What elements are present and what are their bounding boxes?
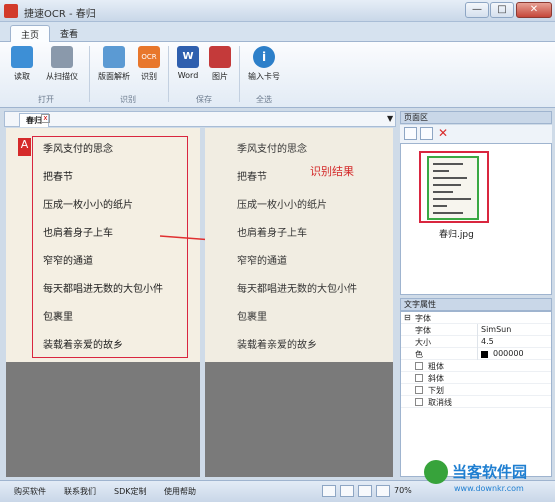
source-line: 装载着亲爱的故乡 xyxy=(43,340,123,351)
window-title: 捷速OCR - 春归 xyxy=(24,9,96,20)
strikethrough-checkbox-row[interactable]: 取消线 xyxy=(401,396,551,408)
page-panel-toolbar: ✕ xyxy=(400,125,552,143)
close-button[interactable]: ✕ xyxy=(516,2,552,18)
thumbnail-view-icon[interactable] xyxy=(404,127,417,140)
watermark: 当客软件园 www.downkr.com xyxy=(420,458,555,502)
page-thumbnail[interactable] xyxy=(419,151,489,223)
result-line[interactable]: 季风支付的思念 xyxy=(237,140,307,155)
view-icon-3[interactable] xyxy=(358,485,372,497)
ocr-icon: OCR xyxy=(138,46,160,68)
info-icon: i xyxy=(253,46,275,68)
result-text-pane[interactable]: 季风支付的思念 把春节 压成一枚小小的纸片 也肩着身子上车 窄窄的通道 每天都唱… xyxy=(205,128,393,477)
prop-color[interactable]: 色 000000 xyxy=(401,348,551,360)
page-panel-title: 页面区 xyxy=(400,111,552,124)
document-tab-bar: 春归 x ▼ xyxy=(4,111,396,127)
group-divider xyxy=(168,46,169,102)
view-icon-2[interactable] xyxy=(340,485,354,497)
collapse-icon[interactable]: ⊟ xyxy=(404,313,411,322)
underline-checkbox[interactable] xyxy=(415,386,423,394)
ribbon-tab-bar: 主页 查看 xyxy=(0,22,555,42)
source-line: 也肩着身子上车 xyxy=(43,228,113,239)
view-icon-4[interactable] xyxy=(376,485,390,497)
source-image-pane[interactable]: 季风支付的思念 把春节 压成一枚小小的纸片 也肩着身子上车 窄窄的通道 每天都唱… xyxy=(6,128,200,477)
layout-analysis-button[interactable]: 版面解析 xyxy=(93,46,135,82)
source-line: 每天都唱进无数的大包小件 xyxy=(43,284,163,295)
color-swatch xyxy=(481,351,488,358)
result-line[interactable]: 每天都唱进无数的大包小件 xyxy=(237,280,357,295)
bold-checkbox-row[interactable]: 粗体 xyxy=(401,360,551,372)
watermark-logo-icon xyxy=(424,460,448,484)
thumbnail-filename: 春归.jpg xyxy=(439,230,474,240)
group-label-recognize: 识别 xyxy=(120,95,136,104)
italic-checkbox[interactable] xyxy=(415,374,423,382)
result-line[interactable]: 压成一枚小小的纸片 xyxy=(237,196,327,211)
text-properties-title: 文字属性 xyxy=(400,298,552,311)
enter-serial-button[interactable]: i 输入卡号 xyxy=(244,46,284,82)
result-line[interactable]: 包裹里 xyxy=(237,308,267,323)
layout-analysis-icon xyxy=(103,46,125,68)
watermark-url: www.downkr.com xyxy=(454,484,524,493)
watermark-name: 当客软件园 xyxy=(452,463,528,481)
recognize-button[interactable]: OCR 识别 xyxy=(135,46,163,82)
underline-checkbox-row[interactable]: 下划 xyxy=(401,384,551,396)
source-line: 季风支付的思念 xyxy=(43,144,113,155)
save-image-button[interactable]: 图片 xyxy=(206,46,234,82)
strikethrough-checkbox[interactable] xyxy=(415,398,423,406)
group-label-save: 保存 xyxy=(196,95,212,104)
tab-view[interactable]: 查看 xyxy=(50,25,88,42)
tab-home[interactable]: 主页 xyxy=(10,25,51,42)
result-page[interactable]: 季风支付的思念 把春节 压成一枚小小的纸片 也肩着身子上车 窄窄的通道 每天都唱… xyxy=(205,128,393,362)
buy-link[interactable]: 购买软件 xyxy=(14,486,46,497)
title-bar: 捷速OCR - 春归 — □ ✕ xyxy=(0,0,555,22)
text-properties-panel: ⊟ 字体 字体 SimSun 大小 4.5 色 000000 粗体 斜体 下划 … xyxy=(400,311,552,477)
scanner-icon xyxy=(51,46,73,68)
bold-checkbox[interactable] xyxy=(415,362,423,370)
delete-icon[interactable]: ✕ xyxy=(438,126,448,140)
minimize-button[interactable]: — xyxy=(465,2,489,18)
source-line: 把春节 xyxy=(43,172,73,183)
zoom-level[interactable]: 70% xyxy=(394,486,412,495)
result-line[interactable]: 装载着亲爱的故乡 xyxy=(237,336,317,351)
contact-link[interactable]: 联系我们 xyxy=(64,486,96,497)
close-tab-icon[interactable]: x xyxy=(41,114,50,123)
source-line: 窄窄的通道 xyxy=(43,256,93,267)
sdk-link[interactable]: SDK定制 xyxy=(114,486,146,497)
text-block-marker-icon[interactable]: A xyxy=(18,138,31,156)
app-icon xyxy=(4,4,18,18)
source-line: 压成一枚小小的纸片 xyxy=(43,200,133,211)
scan-button[interactable]: 从扫描仪 xyxy=(40,46,84,82)
prop-size[interactable]: 大小 4.5 xyxy=(401,336,551,348)
page-view-icon[interactable] xyxy=(420,127,433,140)
save-word-button[interactable]: W Word xyxy=(174,46,202,80)
group-divider xyxy=(239,46,240,102)
thumbnail-preview xyxy=(427,156,479,220)
result-annotation: 识别结果 xyxy=(310,165,354,178)
image-icon xyxy=(209,46,231,68)
group-label-open: 打开 xyxy=(38,95,54,104)
group-divider xyxy=(89,46,90,102)
tab-dropdown-icon[interactable]: ▼ xyxy=(387,114,393,123)
prop-font[interactable]: 字体 SimSun xyxy=(401,324,551,336)
group-label-select-all: 全选 xyxy=(256,95,272,104)
italic-checkbox-row[interactable]: 斜体 xyxy=(401,372,551,384)
result-line[interactable]: 窄窄的通道 xyxy=(237,252,287,267)
help-link[interactable]: 使用帮助 xyxy=(164,486,196,497)
view-icon-1[interactable] xyxy=(322,485,336,497)
page-panel: 春归.jpg xyxy=(400,143,552,295)
ribbon: 读取 从扫描仪 打开 版面解析 OCR 识别 识别 W Word 图片 保存 i… xyxy=(0,42,555,108)
read-icon xyxy=(11,46,33,68)
source-line: 包裹里 xyxy=(43,312,73,323)
result-line[interactable]: 也肩着身子上车 xyxy=(237,224,307,239)
font-section-header[interactable]: ⊟ 字体 xyxy=(401,312,551,324)
read-button[interactable]: 读取 xyxy=(8,46,36,82)
result-line[interactable]: 把春节 xyxy=(237,168,267,183)
maximize-button[interactable]: □ xyxy=(490,2,514,18)
word-icon: W xyxy=(177,46,199,68)
